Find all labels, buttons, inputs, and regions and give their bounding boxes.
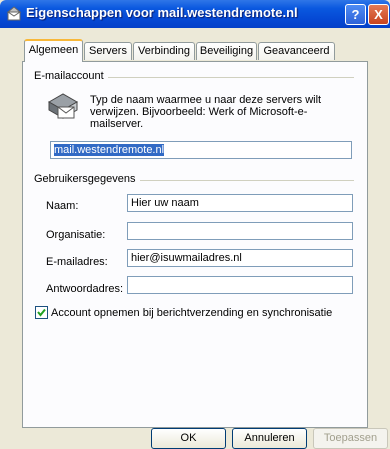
organization-label: Organisatie:: [46, 229, 106, 241]
account-description: Typ de naam waarmee u naar deze servers …: [90, 94, 322, 130]
tab-general[interactable]: Algemeen: [24, 39, 83, 62]
tab-servers[interactable]: Servers: [84, 42, 132, 60]
cancel-button[interactable]: Annuleren: [232, 428, 307, 449]
checkmark-icon: [37, 308, 46, 317]
tab-advanced[interactable]: Geavanceerd: [258, 42, 335, 60]
email-value: hier@isuwmailadres.nl: [131, 252, 242, 264]
ok-button[interactable]: OK: [151, 428, 226, 449]
name-value: Hier uw naam: [131, 197, 199, 209]
email-field[interactable]: hier@isuwmailadres.nl: [127, 249, 353, 267]
account-name-value: mail.westendremote.nl: [54, 144, 165, 156]
mail-account-icon: [47, 93, 79, 119]
include-account-label: Account opnemen bij berichtverzending en…: [51, 307, 333, 319]
apply-button[interactable]: Toepassen: [313, 428, 388, 449]
group-label-email-account: E-mailaccount: [34, 70, 108, 82]
name-field[interactable]: Hier uw naam: [127, 194, 353, 212]
help-button[interactable]: ?: [345, 4, 366, 25]
name-label: Naam:: [46, 200, 79, 212]
close-button[interactable]: X: [368, 4, 389, 25]
organization-field[interactable]: [127, 222, 353, 240]
window-title: Eigenschappen voor mail.westendremote.nl: [26, 5, 298, 20]
reply-address-label: Antwoordadres:: [46, 283, 124, 295]
reply-address-field[interactable]: [127, 276, 353, 294]
group-label-user-info: Gebruikersgegevens: [34, 173, 140, 185]
tab-connection[interactable]: Verbinding: [133, 42, 195, 60]
email-label: E-mailadres:: [46, 256, 108, 268]
account-name-field[interactable]: mail.westendremote.nl: [50, 141, 352, 159]
mail-properties-icon: [6, 6, 22, 21]
include-account-checkbox[interactable]: [35, 306, 48, 319]
tab-security[interactable]: Beveiliging: [196, 42, 257, 60]
title-bar[interactable]: Eigenschappen voor mail.westendremote.nl…: [0, 0, 390, 28]
